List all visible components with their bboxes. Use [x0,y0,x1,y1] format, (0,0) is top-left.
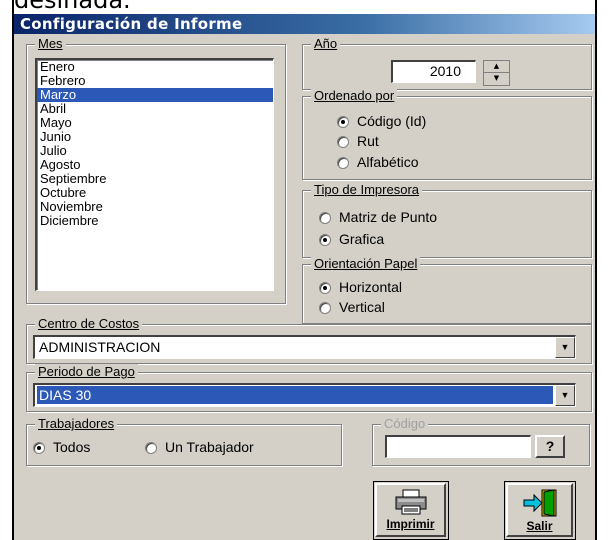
month-item[interactable]: Mayo [37,116,273,130]
spin-down-icon[interactable]: ▼ [484,73,509,84]
year-input[interactable]: 2010 [391,60,476,83]
centro-group: Centro de Costos ADMINISTRACION ▼ [26,316,592,364]
mes-legend: Mes [35,36,66,51]
right-border [595,0,597,540]
codigo-group: Código ? [372,416,590,466]
radio-rut[interactable]: Rut [337,133,379,149]
print-button[interactable]: Imprimir [375,483,446,537]
radio-alfabetico[interactable]: Alfabético [337,154,418,170]
ordenado-group: Ordenado por Código (Id) Rut Alfabético [302,88,592,180]
radio-button-icon [145,442,157,455]
radio-horizontal[interactable]: Horizontal [319,279,402,295]
orientacion-legend: Orientación Papel [311,256,421,271]
month-listbox[interactable]: Enero Febrero Marzo Abril Mayo Junio Julio Agos… [35,58,274,291]
radio-codigo[interactable]: Código (Id) [337,113,426,129]
report-config-window: Configuración de Informe Mes Enero Febrer… [14,14,595,540]
radio-grafica[interactable]: Grafica [319,231,384,247]
radio-todos[interactable]: Todos [33,439,90,455]
exit-button[interactable]: Salir [506,483,573,537]
codigo-search-button[interactable]: ? [535,435,565,458]
month-item[interactable]: Septiembre [37,172,273,186]
orientacion-group: Orientación Papel Horizontal Vertical [302,256,592,324]
trabajadores-group: Trabajadores Todos Un Trabajador [26,416,342,466]
codigo-legend: Código [381,416,429,431]
dropdown-arrow-icon[interactable]: ▼ [555,337,575,358]
radio-button-icon [319,212,331,225]
dropdown-arrow-icon[interactable]: ▼ [555,385,575,406]
month-item[interactable]: Abril [37,102,273,116]
periodo-value: DIAS 30 [37,386,553,404]
periodo-legend: Periodo de Pago [35,364,138,379]
centro-legend: Centro de Costos [35,316,143,331]
radio-button-icon [319,234,331,247]
mes-group: Mes Enero Febrero Marzo Abril Mayo Junio Julio… [26,36,286,304]
month-item[interactable]: Junio [37,130,273,144]
impresora-legend: Tipo de Impresora [311,182,423,197]
month-item[interactable]: Octubre [37,186,273,200]
month-item[interactable]: Noviembre [37,200,273,214]
radio-vertical[interactable]: Vertical [319,299,385,315]
month-item[interactable]: Enero [37,60,273,74]
month-item[interactable]: Julio [37,144,273,158]
background-caption: desinada. [14,0,131,14]
spin-up-icon[interactable]: ▲ [484,61,509,73]
codigo-input[interactable] [385,435,531,458]
window-title: Configuración de Informe [20,15,243,33]
periodo-group: Periodo de Pago DIAS 30 ▼ [26,364,592,412]
month-item[interactable]: Agosto [37,158,273,172]
centro-combo[interactable]: ADMINISTRACION ▼ [33,335,576,359]
anio-group: Año 2010 ▲ ▼ [302,36,592,90]
radio-button-icon [337,157,349,170]
radio-button-icon [319,282,331,295]
month-item[interactable]: Marzo [37,88,273,102]
centro-value: ADMINISTRACION [39,339,161,355]
exit-door-icon [523,489,556,517]
anio-legend: Año [311,36,341,51]
radio-button-icon [319,302,331,315]
exit-label: Salir [526,519,553,533]
radio-button-icon [337,136,349,149]
trabajadores-legend: Trabajadores [35,416,118,431]
year-value: 2010 [429,63,461,79]
periodo-combo[interactable]: DIAS 30 ▼ [33,383,576,407]
month-item[interactable]: Diciembre [37,214,273,228]
radio-button-icon [337,116,349,129]
print-label: Imprimir [386,517,435,531]
ordenado-legend: Ordenado por [311,88,398,103]
title-bar[interactable]: Configuración de Informe [14,14,595,34]
radio-un-trabajador[interactable]: Un Trabajador [145,439,254,455]
radio-button-icon [33,442,45,455]
month-item[interactable]: Febrero [37,74,273,88]
impresora-group: Tipo de Impresora Matriz de Punto Grafic… [302,182,592,258]
printer-icon [395,489,426,515]
year-spinner[interactable]: ▲ ▼ [483,60,510,86]
radio-matriz[interactable]: Matriz de Punto [319,209,437,225]
